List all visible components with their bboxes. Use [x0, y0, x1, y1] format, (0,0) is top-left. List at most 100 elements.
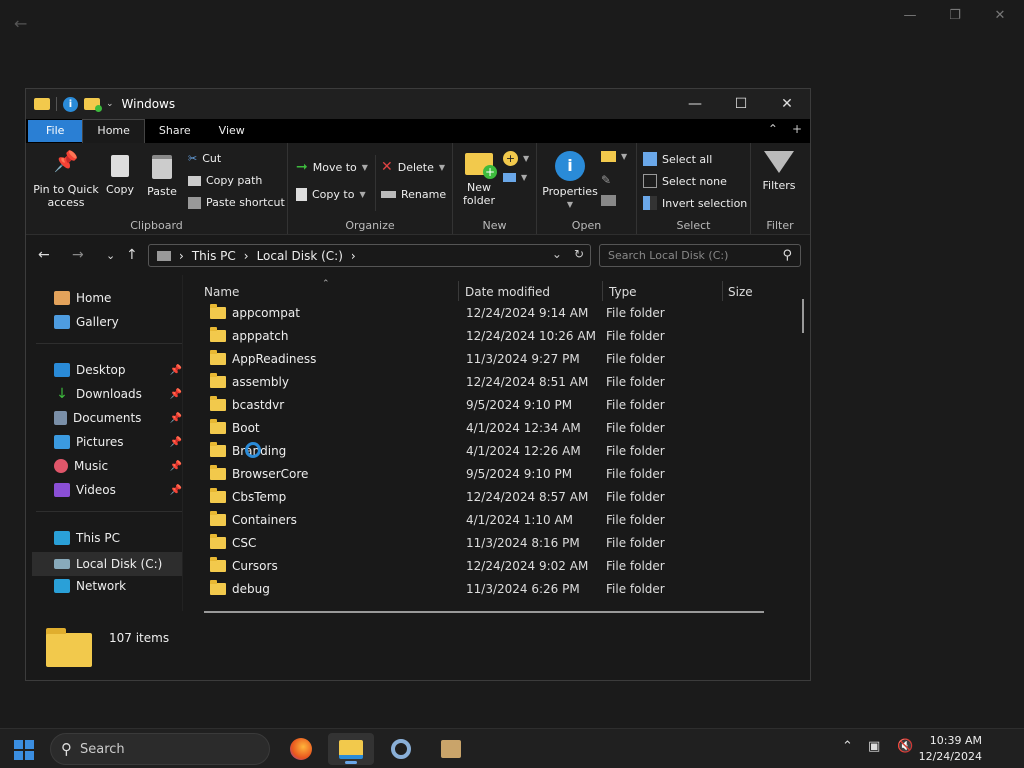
up-button[interactable]: ↑ — [126, 247, 138, 263]
pin-icon[interactable]: 📌 — [170, 389, 182, 400]
nav-network[interactable]: Network — [54, 579, 182, 593]
recent-locations-icon[interactable]: ⌄ — [106, 249, 115, 262]
nav-home[interactable]: Home — [54, 291, 182, 305]
collapse-ribbon-icon[interactable]: ⌃ — [768, 122, 778, 136]
nav-videos[interactable]: Videos 📌 — [54, 483, 182, 497]
pin-icon[interactable]: 📌 — [170, 437, 182, 448]
close-icon[interactable]: ✕ — [990, 8, 1010, 23]
copy-to-icon — [296, 188, 307, 201]
table-row[interactable]: CbsTemp 12/24/2024 8:57 AM File folder — [210, 485, 790, 508]
new-folder-icon[interactable] — [84, 98, 102, 112]
table-row[interactable]: apppatch 12/24/2024 10:26 AM File folder — [210, 324, 790, 347]
file-explorer-app[interactable] — [328, 733, 374, 765]
active-indicator — [345, 761, 357, 764]
refresh-icon[interactable]: ↻ — [574, 247, 584, 261]
file-name-cell: AppReadiness — [210, 349, 466, 366]
restore-icon[interactable]: ❐ — [945, 8, 965, 23]
paste-button[interactable]: Paste — [144, 155, 180, 198]
move-to-button[interactable]: ➞ Move to ▼ — [296, 159, 368, 175]
minimize-icon[interactable]: — — [900, 8, 920, 23]
search-input[interactable]: Search Local Disk (C:) ⚲ — [599, 244, 801, 267]
close-button[interactable]: ✕ — [764, 89, 810, 119]
pin-icon[interactable]: 📌 — [170, 413, 182, 424]
delete-button[interactable]: ✕ Delete ▼ — [381, 159, 445, 175]
copy-to-button[interactable]: Copy to ▼ — [296, 188, 366, 201]
settings-app[interactable] — [378, 733, 424, 765]
horizontal-scrollbar[interactable] — [204, 611, 764, 613]
pin-icon[interactable]: 📌 — [170, 485, 182, 496]
filters-button[interactable]: Filters — [759, 151, 799, 192]
select-none-button[interactable]: Select none — [643, 174, 727, 188]
chevron-up-icon[interactable]: ⌃ — [842, 739, 853, 754]
table-row[interactable]: Branding 4/1/2024 12:26 AM File folder — [210, 439, 790, 462]
back-arrow-icon[interactable]: ← — [14, 14, 27, 33]
column-header-size[interactable]: Size — [728, 285, 753, 299]
history-dropdown-icon[interactable]: ⌄ — [552, 247, 562, 261]
cut-button[interactable]: ✂ Cut — [188, 152, 221, 165]
table-row[interactable]: assembly 12/24/2024 8:51 AM File folder — [210, 370, 790, 393]
tab-file[interactable]: File — [28, 120, 83, 142]
nav-pictures[interactable]: Pictures 📌 — [54, 435, 182, 449]
search-icon[interactable]: ⚲ — [782, 248, 792, 263]
new-item-button[interactable]: + ▼ — [503, 151, 529, 166]
open-button[interactable]: ▼ — [601, 151, 627, 162]
quick-access-dropdown-icon[interactable]: ⌄ — [106, 99, 114, 109]
nav-music[interactable]: Music 📌 — [54, 459, 182, 473]
easy-access-button[interactable]: ▼ — [503, 173, 527, 182]
minimize-button[interactable]: — — [672, 89, 718, 119]
nav-desktop[interactable]: Desktop 📌 — [54, 363, 182, 377]
table-row[interactable]: debug 11/3/2024 6:26 PM File folder — [210, 577, 790, 600]
archive-app[interactable] — [428, 733, 474, 765]
nav-local-disk[interactable]: Local Disk (C:) — [32, 552, 182, 576]
back-button[interactable]: ← — [38, 247, 50, 263]
maximize-button[interactable]: ☐ — [718, 89, 764, 119]
column-header-date[interactable]: Date modified — [465, 285, 550, 299]
nav-downloads[interactable]: ↓ Downloads 📌 — [54, 387, 182, 401]
select-all-button[interactable]: Select all — [643, 152, 712, 166]
file-name-cell: debug — [210, 579, 466, 596]
edit-button[interactable]: ✎ — [601, 173, 611, 187]
table-row[interactable]: appcompat 12/24/2024 9:14 AM File folder — [210, 301, 790, 324]
new-folder-button[interactable]: + New folder — [459, 151, 499, 207]
system-clock[interactable]: 10:39 AM 12/24/2024 — [919, 733, 982, 765]
invert-selection-button[interactable]: Invert selection — [643, 196, 747, 210]
tab-share[interactable]: Share — [145, 120, 205, 142]
network-tray-icon[interactable]: ▣ — [868, 739, 880, 754]
breadcrumb-local-disk[interactable]: Local Disk (C:) — [257, 249, 343, 263]
properties-button[interactable]: i Properties ▼ — [539, 151, 601, 211]
column-header-name[interactable]: Name — [204, 285, 239, 299]
table-row[interactable]: bcastdvr 9/5/2024 9:10 PM File folder — [210, 393, 790, 416]
breadcrumb[interactable]: › This PC › Local Disk (C:) › ⌄ ↻ — [148, 244, 591, 267]
pin-icon[interactable]: 📌 — [170, 461, 182, 472]
pin-icon[interactable]: 📌 — [170, 365, 182, 376]
file-name: assembly — [232, 374, 289, 389]
taskbar-search[interactable]: ⚲ Search — [50, 733, 270, 765]
table-row[interactable]: CSC 11/3/2024 8:16 PM File folder — [210, 531, 790, 554]
vertical-scrollbar[interactable] — [802, 299, 804, 333]
table-row[interactable]: Boot 4/1/2024 12:34 AM File folder — [210, 416, 790, 439]
nav-documents[interactable]: Documents 📌 — [54, 411, 182, 425]
column-header-type[interactable]: Type — [609, 285, 637, 299]
table-row[interactable]: Cursors 12/24/2024 9:02 AM File folder — [210, 554, 790, 577]
table-row[interactable]: AppReadiness 11/3/2024 9:27 PM File folder — [210, 347, 790, 370]
file-explorer-window: i ⌄ Windows — ☐ ✕ File Home Share View ⌃… — [25, 88, 811, 681]
copy-path-button[interactable]: Copy path — [188, 174, 262, 187]
pin-quick-access-button[interactable]: 📌 Pin to Quick access — [30, 151, 102, 209]
firefox-app[interactable] — [278, 733, 324, 765]
start-button[interactable] — [14, 740, 34, 760]
history-button[interactable] — [601, 195, 616, 206]
breadcrumb-this-pc[interactable]: This PC — [192, 249, 236, 263]
table-row[interactable]: Containers 4/1/2024 1:10 AM File folder — [210, 508, 790, 531]
tab-view[interactable]: View — [205, 120, 259, 142]
properties-icon[interactable]: i — [63, 96, 78, 112]
volume-muted-icon[interactable]: 🔇 — [897, 739, 913, 754]
nav-gallery[interactable]: Gallery — [54, 315, 182, 329]
rename-button[interactable]: Rename — [381, 188, 446, 201]
paste-shortcut-button[interactable]: Paste shortcut — [188, 196, 285, 209]
tab-home[interactable]: Home — [82, 119, 145, 143]
copy-button[interactable]: Copy — [104, 155, 136, 196]
help-icon[interactable]: + — [792, 122, 802, 136]
forward-button[interactable]: → — [72, 247, 84, 263]
table-row[interactable]: BrowserCore 9/5/2024 9:10 PM File folder — [210, 462, 790, 485]
nav-this-pc[interactable]: This PC — [54, 531, 182, 545]
